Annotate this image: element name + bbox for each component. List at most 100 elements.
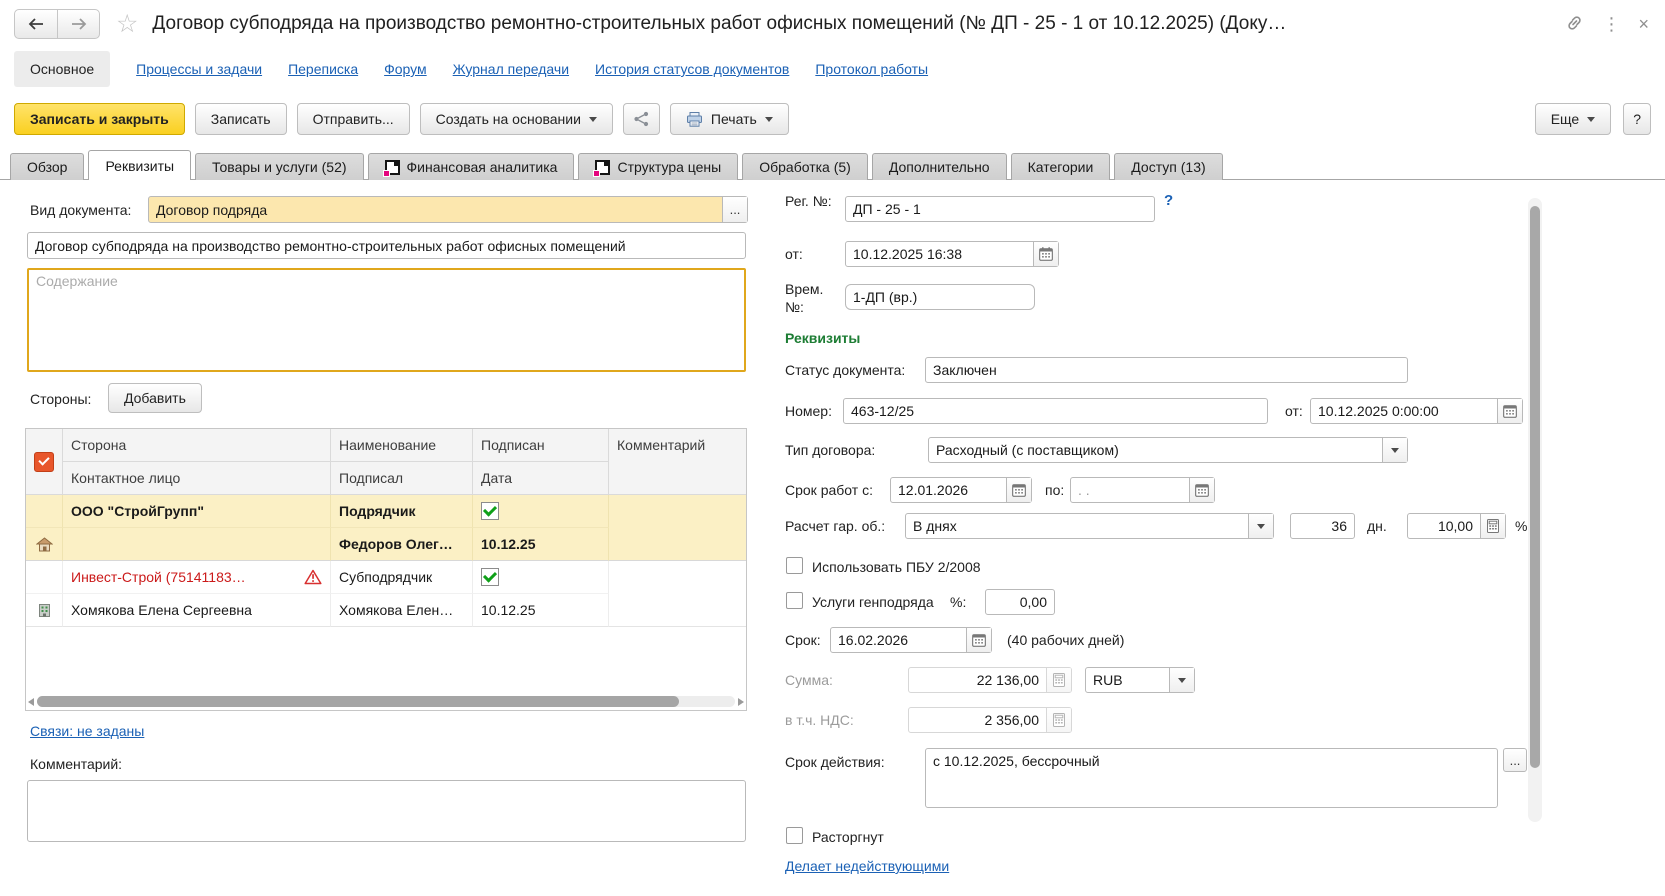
back-button[interactable] [15, 10, 57, 38]
col-header-signer[interactable]: Подписал [331, 462, 473, 495]
date-cell[interactable]: 10.12.25 [473, 594, 609, 627]
row-icon-cell[interactable] [26, 495, 63, 528]
warranty-days-field[interactable]: 36 [1290, 513, 1355, 539]
contact-cell[interactable]: Хомякова Елена Сергеевна [63, 594, 331, 627]
vertical-scrollbar[interactable] [1528, 198, 1542, 822]
contact-cell[interactable] [63, 528, 331, 561]
tab-processing[interactable]: Обработка (5) [742, 153, 868, 180]
invalidates-link[interactable]: Делает недействующими [785, 858, 949, 874]
share-button[interactable] [623, 103, 660, 135]
col-header-comment[interactable]: Комментарий [609, 429, 746, 495]
work-to-field[interactable]: . . [1070, 477, 1215, 503]
forward-button[interactable] [57, 10, 99, 38]
horizontal-scrollbar[interactable] [28, 695, 744, 708]
kebab-menu-icon[interactable]: ⋮ [1602, 15, 1620, 33]
save-and-close-button[interactable]: Записать и закрыть [14, 103, 185, 135]
signed-cell[interactable] [473, 561, 609, 594]
scroll-right-icon[interactable] [738, 698, 744, 706]
party-cell[interactable]: Инвест-Строй (75141183… [63, 561, 331, 594]
scrollbar-track[interactable] [37, 696, 735, 707]
signer-cell[interactable]: Федоров Олег… [331, 528, 473, 561]
warranty-percent-field[interactable]: 10,00 [1407, 513, 1506, 539]
terminated-checkbox[interactable] [786, 827, 803, 844]
nav-work-protocol[interactable]: Протокол работы [815, 61, 928, 77]
row-icon-cell[interactable] [26, 528, 63, 561]
tab-overview[interactable]: Обзор [10, 153, 84, 180]
save-button[interactable]: Записать [195, 103, 287, 135]
calendar-button[interactable] [1497, 399, 1522, 423]
print-button[interactable]: Печать [670, 103, 789, 135]
dropdown-button[interactable] [1169, 668, 1194, 692]
number-field[interactable]: 463-12/25 [843, 398, 1268, 424]
nav-correspondence[interactable]: Переписка [288, 61, 358, 77]
number-date-field[interactable]: 10.12.2025 0:00:00 [1310, 398, 1523, 424]
tab-categories[interactable]: Категории [1011, 153, 1111, 180]
select-all-checkbox-icon[interactable] [34, 452, 54, 472]
more-button[interactable]: Еще [1535, 103, 1612, 135]
comment-cell[interactable] [609, 561, 746, 627]
validity-field[interactable]: с 10.12.2025, бессрочный [925, 748, 1498, 808]
help-button[interactable]: ? [1623, 103, 1651, 135]
nav-processes[interactable]: Процессы и задачи [136, 61, 262, 77]
tab-access[interactable]: Доступ (13) [1114, 153, 1222, 180]
doc-kind-field[interactable]: Договор подряда ... [148, 196, 748, 223]
link-icon[interactable] [1565, 14, 1584, 35]
col-header-name[interactable]: Наименование [331, 429, 473, 462]
nav-forum[interactable]: Форум [384, 61, 427, 77]
comment-cell[interactable] [609, 495, 746, 561]
role-cell[interactable]: Подрядчик [331, 495, 473, 528]
reg-date-field[interactable]: 10.12.2025 16:38 [845, 241, 1059, 267]
warranty-mode-select[interactable]: В днях [905, 513, 1274, 539]
scroll-left-icon[interactable] [28, 698, 34, 706]
scrollbar-thumb[interactable] [37, 696, 679, 707]
nav-main[interactable]: Основное [14, 51, 110, 87]
tab-financial-analytics[interactable]: Финансовая аналитика [368, 153, 575, 180]
signed-cell[interactable] [473, 495, 609, 528]
close-icon[interactable]: × [1638, 15, 1649, 33]
temp-number-field[interactable]: 1-ДП (вр.) [845, 284, 1035, 310]
calendar-button[interactable] [1189, 478, 1214, 502]
nav-status-history[interactable]: История статусов документов [595, 61, 789, 77]
row-icon-cell[interactable] [26, 594, 63, 627]
tab-additional[interactable]: Дополнительно [872, 153, 1007, 180]
calculator-button[interactable] [1480, 514, 1505, 538]
col-header-date[interactable]: Дата [473, 462, 609, 495]
col-header-party[interactable]: Сторона [63, 429, 331, 462]
col-header-signed[interactable]: Подписан [473, 429, 609, 462]
term-field[interactable]: 16.02.2026 [830, 627, 992, 653]
nav-transfer-log[interactable]: Журнал передачи [453, 61, 569, 77]
work-from-field[interactable]: 12.01.2026 [890, 477, 1032, 503]
signer-cell[interactable]: Хомякова Елен… [331, 594, 473, 627]
gen-percent-field[interactable]: 0,00 [985, 589, 1055, 615]
party-cell[interactable]: ООО "СтройГрупп" [63, 495, 331, 528]
col-header-contact[interactable]: Контактное лицо [63, 462, 331, 495]
dropdown-button[interactable] [1248, 514, 1273, 538]
tab-price-structure[interactable]: Структура цены [578, 153, 738, 180]
tab-requisites[interactable]: Реквизиты [88, 150, 191, 180]
comment-textarea[interactable] [27, 780, 746, 842]
contract-type-select[interactable]: Расходный (с поставщиком) [928, 437, 1408, 463]
tab-goods-services[interactable]: Товары и услуги (52) [195, 153, 363, 180]
validity-more-button[interactable]: ... [1503, 748, 1527, 772]
scrollbar-thumb[interactable] [1530, 206, 1540, 768]
pbu-checkbox[interactable] [786, 557, 803, 574]
status-field[interactable]: Заключен [925, 357, 1408, 383]
doc-kind-more-button[interactable]: ... [722, 197, 747, 222]
favorite-star-icon[interactable]: ☆ [116, 12, 138, 37]
date-cell[interactable]: 10.12.25 [473, 528, 609, 561]
row-icon-cell[interactable] [26, 561, 63, 594]
calendar-button[interactable] [1033, 242, 1058, 266]
calendar-button[interactable] [966, 628, 991, 652]
add-party-button[interactable]: Добавить [108, 383, 202, 413]
calendar-button[interactable] [1006, 478, 1031, 502]
gen-contract-checkbox[interactable] [786, 592, 803, 609]
role-cell[interactable]: Субподрядчик [331, 561, 473, 594]
reg-number-field[interactable]: ДП - 25 - 1 [845, 196, 1155, 222]
relations-link[interactable]: Связи: не заданы [30, 723, 144, 739]
help-icon[interactable]: ? [1164, 192, 1173, 209]
content-textarea[interactable] [27, 268, 746, 372]
select-all-header-cell[interactable] [26, 429, 63, 495]
currency-select[interactable]: RUB [1085, 667, 1195, 693]
send-button[interactable]: Отправить... [297, 103, 410, 135]
document-name-input[interactable] [27, 232, 746, 259]
